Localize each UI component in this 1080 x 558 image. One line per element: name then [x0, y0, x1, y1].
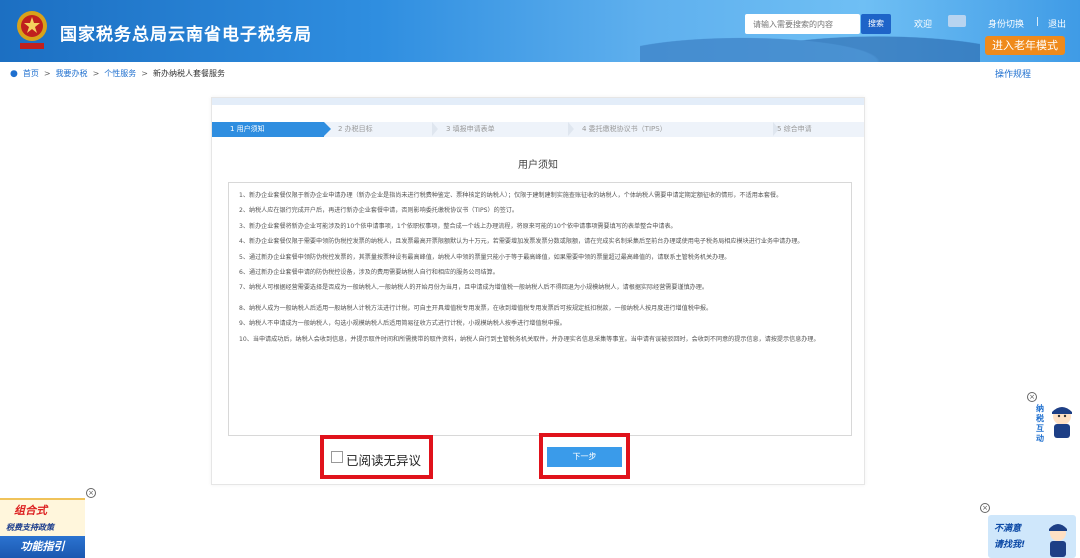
- notice-item: 9、纳税人不申请成为一般纳税人，勾选小规模纳税人后适用简易征收方式进行计税，小规…: [239, 320, 566, 328]
- step-label: 5 综合申请: [777, 125, 812, 133]
- notice-item: 10、当申请成功后，纳税人会收到信息，并提示取件时间和所需携带的取件资料，纳税人…: [239, 335, 820, 343]
- tax-interact-widget[interactable]: 纳税互动: [1036, 402, 1076, 443]
- notice-item: 2、纳税人应在银行完成开户后，再进行新办企业套餐申请，否则影响委托缴税协议书（T…: [239, 207, 518, 215]
- promo-line1: 组合式: [14, 504, 47, 517]
- interact-label: 纳税互动: [1036, 404, 1044, 443]
- step-divider: [773, 122, 779, 136]
- close-icon[interactable]: ×: [1027, 392, 1037, 402]
- agree-checkbox-highlight[interactable]: 已阅读无异议: [320, 435, 433, 479]
- breadcrumb-arrow-icon: >: [141, 69, 148, 78]
- notice-item: 3、新办企业套餐将新办企业可能涉及的10个依申请事项，1个依职权事项，整合成一个…: [239, 222, 677, 230]
- complaint-banner[interactable]: 不满意 请找我!: [988, 515, 1076, 558]
- step-label: 2 办税目标: [338, 125, 373, 133]
- step-label: 4 委托缴税协议书（TIPS）: [582, 125, 667, 133]
- location-pin-icon: ●: [10, 68, 18, 79]
- notice-item: 5、通过新办企业套餐申领防伪税控发票的，其票量按票种设有最高峰值，纳税人申领的票…: [239, 253, 731, 261]
- agree-label[interactable]: 已阅读无异议: [346, 450, 421, 469]
- step-comprehensive-apply: 5 综合申请: [773, 122, 864, 137]
- notice-item: 1、新办企业套餐仅限于新办企业申请办理（新办企业是指尚未进行税费种鉴定、票种核定…: [239, 192, 783, 199]
- breadcrumb-arrow-icon: >: [43, 69, 51, 78]
- step-progress: 1 用户须知 2 办税目标 3 填报申请表单 4 委托缴税协议书（TIPS） 5…: [212, 122, 864, 137]
- promo-line2: 税费支持政策: [6, 523, 54, 532]
- username-masked: [948, 15, 966, 27]
- breadcrumb-personal-service[interactable]: 个性服务: [104, 68, 136, 79]
- header-separator: |: [1036, 17, 1040, 27]
- notice-item: 7、纳税人可根据经营需要选择是否成为一般纳税人,一般纳税人的开始月份为当月，且申…: [239, 284, 708, 292]
- close-icon[interactable]: ×: [86, 488, 96, 498]
- complaint-line2: 请找我!: [994, 540, 1026, 550]
- notice-content[interactable]: 1、新办企业套餐仅限于新办企业申请办理（新办企业是指尚未进行税费种鉴定、票种核定…: [228, 182, 852, 436]
- step-divider: [432, 122, 438, 136]
- step-user-notice: 1 用户须知: [212, 122, 331, 137]
- operation-rules-link[interactable]: 操作规程: [995, 67, 1031, 80]
- identity-switch-link[interactable]: 身份切换: [988, 17, 1024, 30]
- step-divider: [568, 122, 574, 136]
- promo-line3: 功能指引: [0, 536, 85, 558]
- breadcrumb: ● 首页 > 我要办税 > 个性服务 > 新办纳税人套餐服务: [10, 68, 225, 79]
- elder-mode-button[interactable]: 进入老年模式: [985, 36, 1065, 55]
- agree-checkbox[interactable]: [331, 451, 343, 463]
- notice-item: 4、新办企业套餐仅限于需要申领防伪税控发票的纳税人，且发票最高开票限额默认为十万…: [239, 238, 804, 246]
- notice-item: 8、纳税人成为一般纳税人后适用一般纳税人计税方法进行计税，可自主开具增值税专用发…: [239, 304, 713, 312]
- search-button[interactable]: 搜索: [861, 14, 891, 34]
- site-title: 国家税务总局云南省电子税务局: [60, 25, 312, 45]
- main-panel: 1 用户须知 2 办税目标 3 填报申请表单 4 委托缴税协议书（TIPS） 5…: [211, 97, 865, 485]
- tax-emblem-icon: [17, 11, 47, 49]
- policy-guide-banner[interactable]: 组合式 税费支持政策 功能指引: [0, 498, 85, 558]
- breadcrumb-current: 新办纳税人套餐服务: [152, 69, 225, 78]
- welcome-text: 欢迎: [914, 20, 933, 30]
- step-tips-agreement: 4 委托缴税协议书（TIPS）: [568, 122, 779, 137]
- panel-top-bar: [212, 98, 864, 105]
- complaint-line1: 不满意: [994, 524, 1022, 534]
- notice-item: 6、通过新办企业套餐申请的防伪税控设备，涉及的费用需要纳税人自行和相应的服务公司…: [239, 269, 499, 277]
- step-tax-target: 2 办税目标: [324, 122, 438, 137]
- breadcrumb-tax[interactable]: 我要办税: [56, 68, 88, 79]
- step-label: 1 用户须知: [230, 125, 265, 133]
- breadcrumb-arrow-icon: >: [92, 69, 100, 78]
- close-icon[interactable]: ×: [980, 503, 990, 513]
- officer-figure-icon: [1049, 524, 1067, 557]
- logout-link[interactable]: 退出: [1048, 17, 1066, 30]
- top-header: 国家税务总局云南省电子税务局 搜索 欢迎 身份切换 | 退出 进入老年模式: [0, 0, 1080, 62]
- breadcrumb-home[interactable]: 首页: [23, 68, 39, 79]
- officer-avatar-icon: [1052, 407, 1072, 438]
- search-input[interactable]: [745, 14, 860, 34]
- next-button-highlight: 下一步: [539, 433, 630, 479]
- step-label: 3 填报申请表单: [446, 125, 495, 133]
- notice-title: 用户须知: [518, 160, 558, 171]
- step-fill-form: 3 填报申请表单: [432, 122, 574, 137]
- next-step-button[interactable]: 下一步: [547, 447, 622, 467]
